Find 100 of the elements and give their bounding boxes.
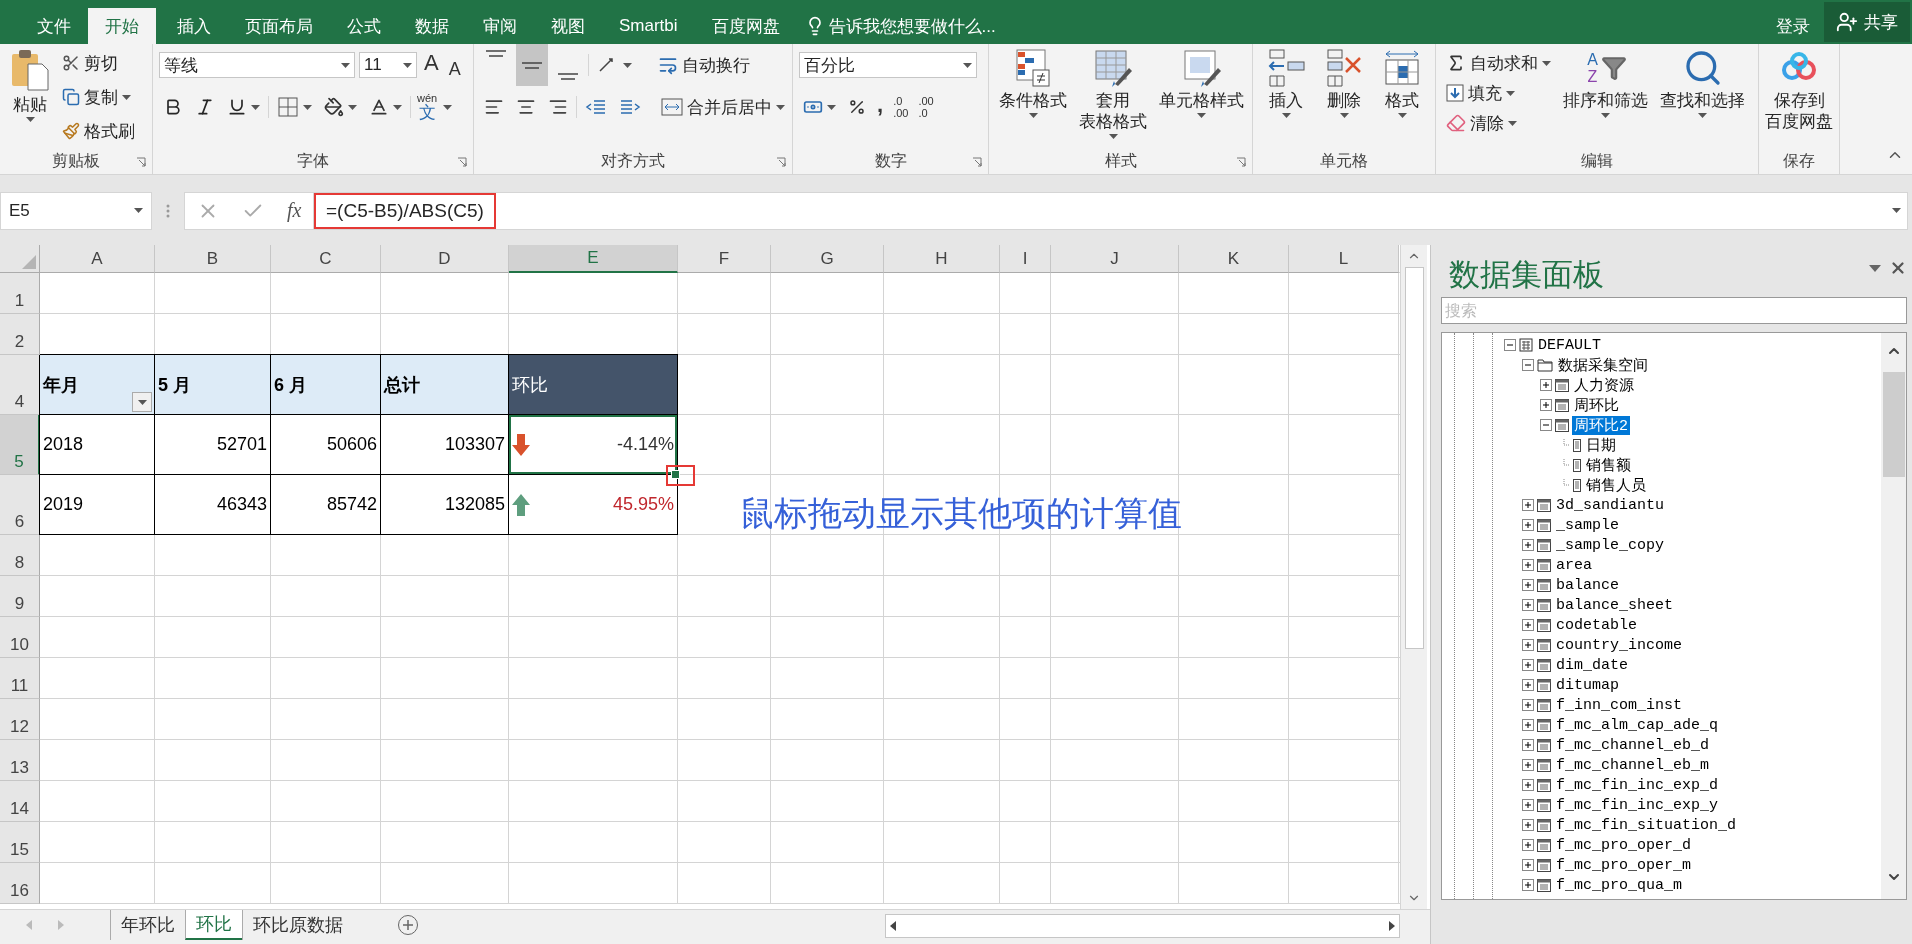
column-header[interactable]: B [155,245,271,273]
table-cell[interactable]: 52701 [155,415,271,475]
row-header[interactable]: 6 [0,475,40,535]
table-cell[interactable]: 132085 [381,475,509,535]
tell-me-search[interactable]: 告诉我您想要做什么... [804,8,996,44]
style-button[interactable]: 套用 表格格式 [1075,48,1151,139]
tree-item[interactable]: f_mc_fin_situation_d [1554,816,1739,834]
tree-item[interactable]: f_mc_alm_cap_ade_q [1554,716,1721,734]
row-header[interactable]: 12 [0,699,40,740]
paste-button[interactable]: 粘贴 [6,48,54,122]
save-to-cloud-button[interactable]: 保存到 百度网盘 [1761,48,1837,132]
tree-item[interactable]: codetable [1554,616,1639,634]
menu-tab[interactable]: 视图 [534,8,602,44]
menu-tab[interactable]: Smartbi [602,8,695,44]
tree-item[interactable]: f_inn_com_inst [1554,696,1685,714]
menu-tab[interactable]: 百度网盘 [694,8,797,44]
tree-item[interactable]: DEFAULT [1536,336,1603,354]
cut-button[interactable]: 剪切 [58,48,139,78]
row-header[interactable]: 16 [0,863,40,904]
insert-function-button[interactable]: fx [286,199,302,222]
row-header[interactable]: 5 [0,415,40,475]
cells-button[interactable]: 格式 [1378,48,1426,118]
share-button[interactable]: 共享 [1824,2,1910,42]
table-cell[interactable]: 2019 [40,475,155,535]
comma-style-button[interactable]: , [874,92,887,122]
font-size-field[interactable]: 11 [359,52,417,78]
column-header[interactable]: C [271,245,381,273]
table-cell[interactable]: -4.14% [509,415,678,475]
copy-button[interactable]: 复制 [58,82,139,112]
tree-item[interactable]: f_mc_channel_eb_m [1554,756,1712,774]
tree-item[interactable]: ditumap [1554,676,1621,694]
table-cell[interactable]: 46343 [155,475,271,535]
row-header[interactable]: 9 [0,576,40,617]
tree-item[interactable]: _sample [1554,516,1621,534]
row-header[interactable]: 1 [0,273,40,314]
sign-in-link[interactable]: 登录 [1762,8,1824,44]
style-button[interactable]: 单元格样式 [1155,48,1248,118]
column-header[interactable]: J [1051,245,1179,273]
formula-field[interactable]: =(C5-B5)/ABS(C5) [314,191,1908,230]
table-cell[interactable]: 85742 [271,475,381,535]
row-header[interactable]: 11 [0,658,40,699]
wrap-text-button[interactable]: 自动换行 [654,50,754,80]
row-header[interactable]: 14 [0,781,40,822]
column-header[interactable]: L [1289,245,1399,273]
row-header[interactable]: 4 [0,355,40,415]
menu-tab[interactable]: 公式 [330,8,398,44]
column-header[interactable]: H [884,245,1000,273]
tree-item[interactable]: f_mc_channel_eb_d [1554,736,1712,754]
column-header[interactable]: I [1000,245,1051,273]
font-name-field[interactable]: 等线 [159,52,355,78]
menu-tab[interactable]: 插入 [160,8,228,44]
style-button[interactable]: 条件格式 [995,48,1071,118]
tree-item[interactable]: f_mc_pro_qua_m [1554,876,1685,894]
cells-button[interactable]: 插入 [1262,48,1310,118]
menu-tab[interactable]: 数据 [398,8,466,44]
menu-tab[interactable]: 开始 [88,8,156,44]
tree-item[interactable]: 销售人员 [1584,475,1648,495]
table-cell[interactable]: 2018 [40,415,155,475]
tree-item[interactable]: f_mc_pro_oper_d [1554,836,1694,854]
autosum-button[interactable]: 自动求和 [1442,48,1555,78]
header-cell[interactable]: 年月 [40,355,155,415]
decrease-decimal-button[interactable]: .00 .0 [915,92,937,122]
tree-item[interactable]: balance [1554,576,1621,594]
increase-decimal-button[interactable]: .0 .00 [890,92,912,122]
tree-item[interactable]: 日期 [1584,435,1618,455]
fill-button[interactable]: 填充 [1442,78,1555,108]
header-cell[interactable]: 总计 [381,355,509,415]
name-box[interactable]: E5 [0,191,152,230]
header-cell[interactable]: 环比 [509,355,678,415]
column-header[interactable]: E [509,245,678,273]
tree-item[interactable]: balance_sheet [1554,596,1676,614]
row-header[interactable]: 2 [0,314,40,355]
row-header[interactable]: 10 [0,617,40,658]
cells-button[interactable]: 删除 [1320,48,1368,118]
sheet-tab[interactable]: 环比原数据 [242,910,353,940]
tree-item[interactable]: 人力资源 [1572,375,1636,395]
table-cell[interactable]: 103307 [381,415,509,475]
header-cell[interactable]: 6 月 [271,355,381,415]
phonetic-button[interactable]: wén 文 [415,92,440,122]
tree-item[interactable]: _sample_copy [1554,536,1667,554]
menu-tab[interactable]: 页面布局 [228,8,330,44]
sort-filter-button[interactable]: A Z 排序和筛选 [1559,48,1652,118]
tree-item[interactable]: 销售额 [1584,455,1633,475]
table-cell[interactable]: 50606 [271,415,381,475]
tree-item[interactable]: f_mc_fin_inc_exp_y [1554,796,1721,814]
row-header[interactable]: 13 [0,740,40,781]
column-header[interactable]: G [771,245,884,273]
menu-tab[interactable]: 审阅 [466,8,534,44]
tree-item[interactable]: area [1554,556,1594,574]
tree-item[interactable]: f_mc_fin_inc_exp_d [1554,776,1721,794]
column-header[interactable]: K [1179,245,1289,273]
tree-item[interactable]: country_income [1554,636,1685,654]
format-painter-button[interactable]: 格式刷 [58,116,139,146]
merge-center-button[interactable]: 合并后居中 [657,92,789,122]
search-field[interactable]: 搜索 [1441,297,1907,324]
header-cell[interactable]: 5 月 [155,355,271,415]
row-header[interactable]: 8 [0,535,40,576]
tree-item[interactable]: f_mc_pro_oper_m [1554,856,1694,874]
column-header[interactable]: A [40,245,155,273]
find-select-button[interactable]: 查找和选择 [1656,48,1749,118]
